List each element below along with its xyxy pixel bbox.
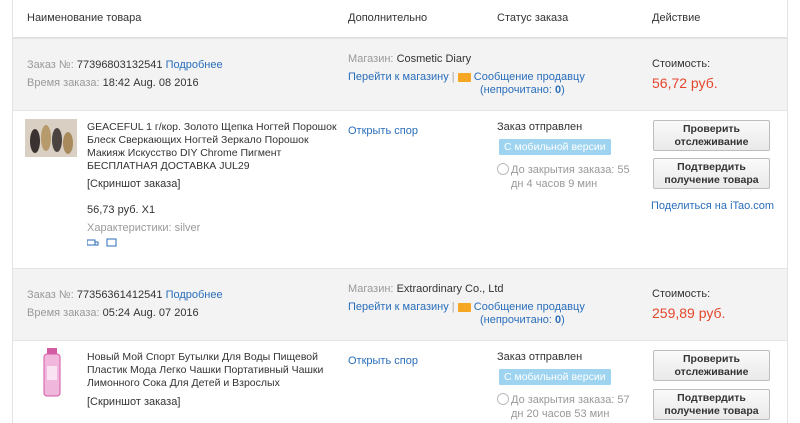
- col-header-action: Действие: [652, 12, 701, 24]
- order-time: 05:24 Aug. 07 2016: [102, 307, 199, 319]
- order-time-line: Время заказа: 05:24 Aug. 07 2016: [27, 307, 199, 319]
- envelope-icon: [457, 72, 471, 82]
- clock-icon: [497, 393, 509, 408]
- order-number-line: Заказ №: 77356361412541 Подробнее: [27, 289, 223, 301]
- order-screenshot-link[interactable]: [Скриншот заказа]: [87, 396, 180, 408]
- shop-label: Магазин:: [348, 53, 394, 65]
- cost-label: Стоимость:: [652, 58, 711, 70]
- order-body: GEACEFUL 1 г/кор. Золото Щепка Ногтей По…: [13, 111, 787, 261]
- product-thumbnail-nails[interactable]: [25, 119, 77, 157]
- order-number-label: Заказ №:: [27, 59, 74, 71]
- share-label[interactable]: Поделиться на: [651, 200, 727, 212]
- order-time: 18:42 Aug. 08 2016: [102, 77, 199, 89]
- shop-label: Магазин:: [348, 283, 394, 295]
- order-time-label: Время заказа:: [27, 307, 100, 319]
- open-dispute-link[interactable]: Открыть спор: [348, 355, 418, 367]
- message-seller-link[interactable]: Сообщение продавцу: [474, 301, 585, 313]
- share-site-link[interactable]: iTao.com: [730, 200, 774, 212]
- shop-line: Магазин: Cosmetic Diary: [348, 53, 471, 65]
- order-number: 77396803132541: [76, 59, 163, 71]
- unread-close: ): [561, 314, 565, 326]
- product-thumbnail-bottle[interactable]: [37, 348, 67, 398]
- product-title[interactable]: GEACEFUL 1 г/кор. Золото Щепка Ногтей По…: [87, 121, 337, 173]
- order-cost: 259,89 руб.: [652, 305, 726, 321]
- product-characteristics: Характеристики: silver: [87, 222, 201, 234]
- shop-name: Cosmetic Diary: [396, 53, 472, 65]
- col-header-extra: Дополнительно: [348, 12, 428, 24]
- orders-panel: Наименование товара Дополнительно Статус…: [12, 0, 788, 423]
- order-number-line: Заказ №: 77396803132541 Подробнее: [27, 59, 223, 71]
- order-status: Заказ отправлен: [497, 121, 583, 133]
- order-time-line: Время заказа: 18:42 Aug. 08 2016: [27, 77, 199, 89]
- mobile-version-badge: С мобильной версии: [499, 369, 611, 385]
- product-price-qty: 56,73 руб. X1: [87, 204, 156, 216]
- product-title[interactable]: Новый Мой Спорт Бутылки Для Воды Пищевой…: [87, 351, 337, 390]
- order-time-label: Время заказа:: [27, 77, 100, 89]
- order-details-link[interactable]: Подробнее: [166, 289, 223, 301]
- share-line: Поделиться на iTao.com: [651, 200, 774, 212]
- unread-count[interactable]: (непрочитано: 0): [480, 314, 565, 326]
- envelope-icon: [457, 302, 471, 312]
- shop-links: Перейти к магазину | Сообщение продавцу: [348, 71, 585, 83]
- shop-line: Магазин: Extraordinary Co., Ltd: [348, 283, 504, 295]
- closing-time-line1: До закрытия заказа: 55: [511, 164, 630, 176]
- col-header-status: Статус заказа: [497, 12, 569, 24]
- closing-time-line2: дн 4 часов 9 мин: [511, 178, 598, 190]
- order-header: Заказ №: 77396803132541 Подробнее Время …: [13, 38, 787, 111]
- unread-label: (непрочитано:: [480, 84, 552, 96]
- closing-time-line2: дн 20 часов 53 мин: [511, 408, 610, 420]
- order-number-label: Заказ №:: [27, 289, 74, 301]
- shop-links: Перейти к магазину | Сообщение продавцу: [348, 301, 585, 313]
- closing-time-line1: До закрытия заказа: 57: [511, 394, 630, 406]
- delivery-icons: [86, 238, 117, 251]
- unread-label: (непрочитано:: [480, 314, 552, 326]
- order-cost: 56,72 руб.: [652, 75, 718, 91]
- truck-icon: [86, 238, 117, 247]
- order-header: Заказ №: 77356361412541 Подробнее Время …: [13, 268, 787, 341]
- track-shipment-button[interactable]: Проверить отслеживание: [653, 350, 770, 381]
- cost-label: Стоимость:: [652, 288, 711, 300]
- confirm-receipt-button[interactable]: Подтвердить получение товара: [653, 389, 770, 420]
- goto-shop-link[interactable]: Перейти к магазину: [348, 301, 449, 313]
- shop-name: Extraordinary Co., Ltd: [396, 283, 504, 295]
- col-header-product: Наименование товара: [27, 12, 142, 24]
- link-separator: |: [451, 301, 455, 313]
- clock-icon: [497, 163, 509, 178]
- message-seller-link[interactable]: Сообщение продавцу: [474, 71, 585, 83]
- track-shipment-button[interactable]: Проверить отслеживание: [653, 120, 770, 151]
- order-status: Заказ отправлен: [497, 351, 583, 363]
- unread-close: ): [561, 84, 565, 96]
- open-dispute-link[interactable]: Открыть спор: [348, 125, 418, 137]
- order-number: 77356361412541: [76, 289, 163, 301]
- unread-count[interactable]: (непрочитано: 0): [480, 84, 565, 96]
- confirm-receipt-button[interactable]: Подтвердить получение товара: [653, 158, 770, 189]
- order-screenshot-link[interactable]: [Скриншот заказа]: [87, 178, 180, 190]
- link-separator: |: [451, 71, 455, 83]
- order-body: Новый Мой Спорт Бутылки Для Воды Пищевой…: [13, 341, 787, 423]
- table-header: Наименование товара Дополнительно Статус…: [13, 0, 787, 38]
- mobile-version-badge: С мобильной версии: [499, 139, 611, 155]
- order-details-link[interactable]: Подробнее: [166, 59, 223, 71]
- goto-shop-link[interactable]: Перейти к магазину: [348, 71, 449, 83]
